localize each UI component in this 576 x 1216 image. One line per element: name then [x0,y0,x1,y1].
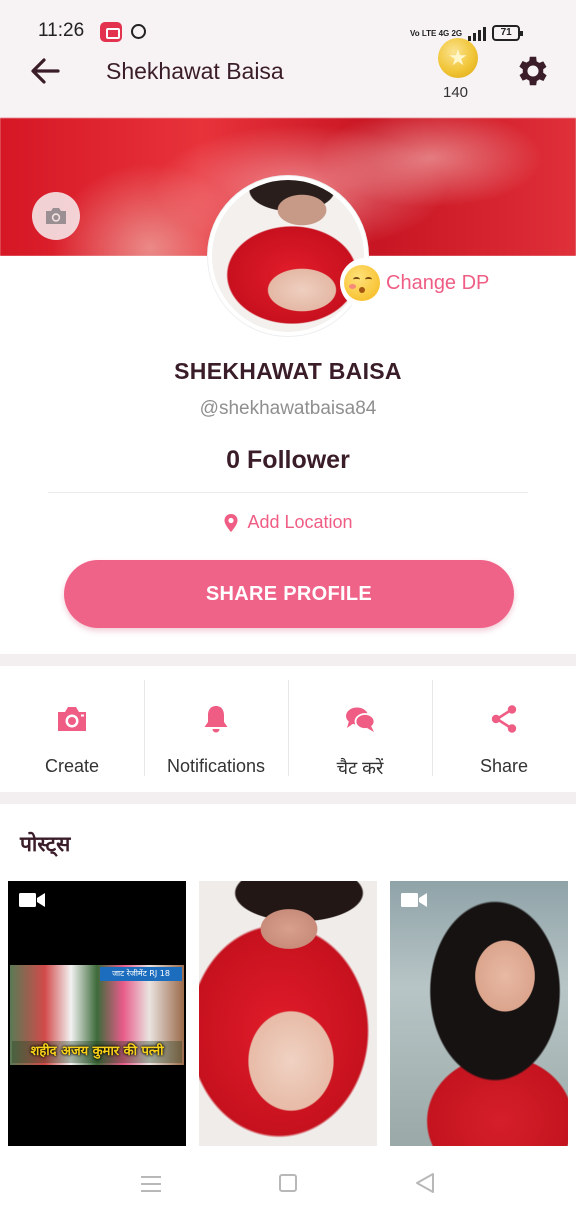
cover-camera-button[interactable] [32,192,80,240]
coin-icon[interactable]: ★ [438,38,478,78]
add-location-button[interactable]: Add Location [0,512,576,533]
status-time: 11:26 [38,20,85,41]
quick-actions: Create Notifications चैट करें Share [0,666,576,792]
back-icon[interactable] [414,1172,436,1194]
create-action[interactable]: Create [0,666,144,792]
post-tile[interactable]: जाट रेजीमेंट RJ 18 शहीद अजय कुमार की पत्… [8,881,186,1146]
camera-icon [58,707,86,731]
signal-icon [468,25,487,41]
action-label: चैट करें [336,758,384,778]
chat-action[interactable]: चैट करें [288,666,432,792]
avatar[interactable] [208,176,368,336]
change-dp-label: Change DP [386,271,490,294]
notifications-action[interactable]: Notifications [144,666,288,792]
menu-icon[interactable] [141,1174,161,1194]
change-dp-button[interactable]: Change DP [340,258,500,308]
status-bar: 11:26 Vo LTE 4G 2G 71 [0,0,576,46]
post-banner-text: जाट रेजीमेंट RJ 18 [100,967,182,981]
screen-record-icon [100,22,122,42]
system-nav-bar [0,1154,576,1216]
back-arrow-icon[interactable] [28,56,64,86]
app-bar: Shekhawat Baisa ★ 140 [0,38,576,118]
sync-icon [131,24,146,39]
post-tile[interactable] [390,881,568,1146]
divider [48,492,528,493]
action-label: Create [44,756,100,776]
profile-screen: 11:26 Vo LTE 4G 2G 71 Shekhawat Baisa ★ … [0,0,576,1216]
profile-name: SHEKHAWAT BAISA [174,358,402,384]
posts-heading: पोस्ट्स [20,833,71,856]
battery-icon: 71 [492,25,524,41]
share-action[interactable]: Share [432,666,576,792]
action-label: Share [479,756,529,776]
bell-icon [204,706,228,733]
chat-icon [346,707,376,732]
share-profile-button[interactable]: SHARE PROFILE [64,560,514,628]
location-pin-icon [224,513,238,532]
video-icon [19,893,45,907]
kissing-face-emoji-icon [344,265,380,301]
post-tile[interactable] [199,881,377,1146]
posts-section: पोस्ट्स जाट रेजीमेंट RJ 18 शहीद अजय कुमा… [0,804,576,1154]
share-icon [491,705,517,733]
gear-icon[interactable] [514,52,552,90]
network-label: Vo LTE 4G 2G [410,28,463,38]
profile-handle: @shekhawatbaisa84 [199,398,377,419]
action-label: Notifications [166,756,266,776]
page-title: Shekhawat Baisa [106,58,284,84]
follower-count[interactable]: 0 Follower [0,446,576,475]
post-caption-text: शहीद अजय कुमार की पत्नी [12,1041,182,1063]
camera-icon [46,208,66,224]
coin-count: 140 [443,84,469,101]
home-icon[interactable] [279,1174,297,1192]
add-location-label: Add Location [247,512,353,532]
video-icon [401,893,427,907]
